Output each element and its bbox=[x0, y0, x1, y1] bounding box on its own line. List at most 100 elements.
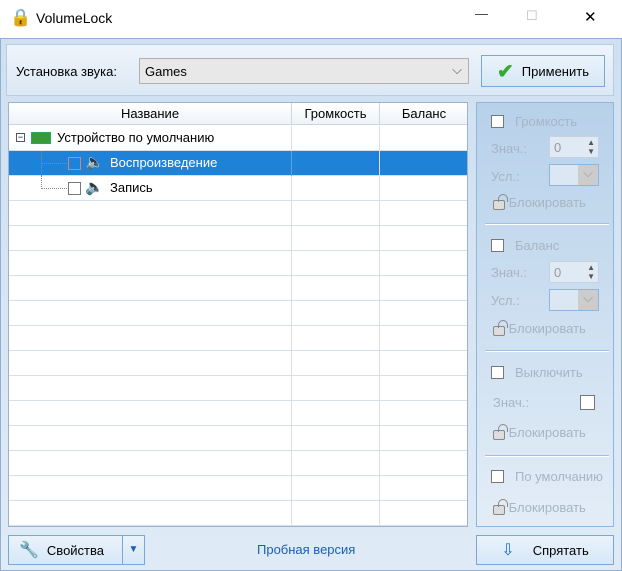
table-row[interactable] bbox=[9, 401, 467, 426]
table-row[interactable]: 🔈 Воспроизведение bbox=[9, 151, 467, 176]
column-header-volume[interactable]: Громкость bbox=[292, 103, 380, 125]
table-cell bbox=[292, 326, 380, 351]
table-row[interactable] bbox=[9, 426, 467, 451]
table-cell bbox=[380, 451, 467, 476]
table-row[interactable] bbox=[9, 251, 467, 276]
preset-label: Установка звука: bbox=[16, 64, 117, 79]
table-row[interactable] bbox=[9, 376, 467, 401]
table-cell bbox=[380, 501, 467, 526]
table-row[interactable]: 🔈 Запись bbox=[9, 176, 467, 201]
table-cell bbox=[380, 326, 467, 351]
table-cell bbox=[292, 476, 380, 501]
table-cell bbox=[9, 301, 292, 326]
volume-cond-select[interactable]: ⌵ bbox=[549, 164, 599, 186]
table-cell bbox=[380, 476, 467, 501]
table-cell bbox=[380, 426, 467, 451]
trial-version-link[interactable]: Пробная версия bbox=[257, 542, 355, 557]
mute-lock-button[interactable]: Блокировать bbox=[493, 424, 586, 440]
table-cell bbox=[292, 226, 380, 251]
properties-dropdown-icon[interactable]: ▼ bbox=[122, 536, 144, 564]
hide-label: Спрятать bbox=[532, 542, 589, 558]
balance-checkbox[interactable] bbox=[491, 239, 504, 252]
preset-select[interactable]: Games ⌵ bbox=[139, 58, 469, 84]
table-row[interactable] bbox=[9, 476, 467, 501]
balance-lock-button[interactable]: Блокировать bbox=[493, 320, 586, 336]
device-checkbox[interactable] bbox=[68, 182, 81, 195]
unlock-icon bbox=[493, 320, 508, 336]
balance-value-spinner[interactable]: 0 ▲ ▼ bbox=[549, 261, 599, 283]
table-cell bbox=[9, 201, 292, 226]
table-row[interactable]: − Устройство по умолчанию bbox=[9, 126, 467, 151]
volume-lock-button[interactable]: Блокировать bbox=[493, 194, 586, 210]
spin-arrows-icon[interactable]: ▲ ▼ bbox=[587, 263, 595, 281]
balance-value: 0 bbox=[554, 265, 562, 280]
table-cell bbox=[380, 376, 467, 401]
table-row[interactable] bbox=[9, 351, 467, 376]
balance-cond-select[interactable]: ⌵ bbox=[549, 289, 599, 311]
speaker-icon: 🔈 bbox=[85, 179, 104, 196]
collapse-icon[interactable]: − bbox=[16, 133, 25, 142]
speaker-icon: 🔈 bbox=[85, 154, 104, 171]
table-cell bbox=[9, 376, 292, 401]
sound-card-icon bbox=[31, 132, 51, 144]
table-cell bbox=[292, 376, 380, 401]
table-cell bbox=[380, 251, 467, 276]
mute-checkbox[interactable] bbox=[491, 366, 504, 379]
mute-value-label: Знач.: bbox=[493, 395, 529, 410]
mute-label: Выключить bbox=[515, 365, 583, 380]
checkmark-icon: ✔ bbox=[497, 60, 514, 83]
table-cell bbox=[380, 151, 467, 176]
properties-label: Свойства bbox=[46, 542, 105, 558]
properties-button[interactable]: 🔧 Свойства ▼ bbox=[8, 535, 145, 565]
table-cell bbox=[292, 351, 380, 376]
preset-value: Games bbox=[145, 64, 187, 79]
lock-label: Блокировать bbox=[508, 500, 586, 515]
table-cell bbox=[292, 451, 380, 476]
column-header-balance[interactable]: Баланс bbox=[380, 103, 467, 125]
spin-arrows-icon[interactable]: ▲ ▼ bbox=[587, 138, 595, 156]
volume-value-spinner[interactable]: 0 ▲ ▼ bbox=[549, 136, 599, 158]
table-cell bbox=[9, 426, 292, 451]
table-row[interactable] bbox=[9, 326, 467, 351]
minimize-button[interactable]: — bbox=[475, 6, 488, 21]
arrow-down-icon: ⇩ bbox=[501, 542, 515, 559]
chevron-down-icon: ⌵ bbox=[578, 290, 598, 310]
tree-line bbox=[41, 163, 67, 164]
unlock-icon bbox=[493, 499, 508, 515]
device-checkbox[interactable] bbox=[68, 157, 81, 170]
table-cell bbox=[380, 126, 467, 151]
default-lock-button[interactable]: Блокировать bbox=[493, 499, 586, 515]
settings-panel: Громкость Знач.: 0 ▲ ▼ Усл.: ⌵ Блокировать… bbox=[476, 102, 614, 527]
table-cell bbox=[292, 301, 380, 326]
table-cell bbox=[380, 276, 467, 301]
table-row[interactable] bbox=[9, 276, 467, 301]
maximize-button[interactable]: ☐ bbox=[526, 8, 538, 24]
table-row[interactable] bbox=[9, 501, 467, 526]
table-cell bbox=[9, 401, 292, 426]
balance-cond-label: Усл.: bbox=[491, 293, 520, 308]
unlock-icon bbox=[493, 194, 508, 210]
table-cell bbox=[292, 251, 380, 276]
table-cell bbox=[292, 126, 380, 151]
table-row[interactable] bbox=[9, 226, 467, 251]
hide-button[interactable]: ⇩ Спрятать bbox=[476, 535, 614, 565]
wrench-icon: 🔧 bbox=[19, 542, 39, 559]
divider bbox=[485, 456, 609, 457]
apply-button[interactable]: ✔ Применить bbox=[481, 55, 605, 87]
mute-value-checkbox[interactable] bbox=[580, 395, 595, 410]
table-cell bbox=[292, 501, 380, 526]
table-cell bbox=[9, 451, 292, 476]
table-row[interactable] bbox=[9, 201, 467, 226]
device-tree[interactable]: Название Громкость Баланс − Устройство по… bbox=[8, 102, 468, 527]
volume-checkbox[interactable] bbox=[491, 115, 504, 128]
lock-label: Блокировать bbox=[508, 321, 586, 336]
default-checkbox[interactable] bbox=[491, 470, 504, 483]
table-cell bbox=[380, 401, 467, 426]
close-button[interactable]: ✕ bbox=[584, 8, 597, 26]
table-cell bbox=[292, 176, 380, 201]
table-row[interactable] bbox=[9, 451, 467, 476]
padlock-icon: 🔒 bbox=[10, 8, 32, 27]
column-header-name[interactable]: Название bbox=[9, 103, 292, 125]
unlock-icon bbox=[493, 424, 508, 440]
table-row[interactable] bbox=[9, 301, 467, 326]
